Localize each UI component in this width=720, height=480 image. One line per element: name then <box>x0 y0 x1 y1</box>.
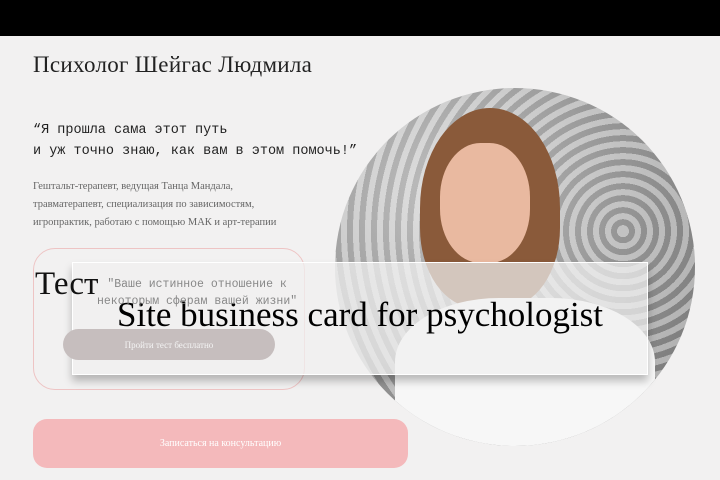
page-title: Психолог Шейгас Людмила <box>33 52 313 77</box>
test-subtitle-line: некоторым сферам вашей жизни" <box>97 295 298 308</box>
take-test-button[interactable]: Пройти тест бесплатно <box>63 329 275 360</box>
photo-face <box>440 143 530 263</box>
description-line: травматерапевт, специализация по зависим… <box>33 199 255 210</box>
test-subtitle: "Ваше истинное отношение к некоторым сфе… <box>97 276 297 310</box>
book-consultation-button[interactable]: Записаться на консультацию <box>33 419 408 468</box>
description: Гештальт-терапевт, ведущая Танца Мандала… <box>33 178 276 232</box>
quote-line: “Я прошла сама этот путь <box>33 123 228 138</box>
top-bar <box>0 0 720 36</box>
hero-quote: “Я прошла сама этот путь и уж точно знаю… <box>33 120 357 162</box>
description-line: Гештальт-терапевт, ведущая Танца Мандала… <box>33 181 234 192</box>
test-subtitle-line: "Ваше истинное отношение к <box>107 278 287 291</box>
quote-line: и уж точно знаю, как вам в этом помочь!” <box>33 144 358 159</box>
description-line: игропрактик, работаю с помощью МАК и арт… <box>33 217 277 228</box>
test-title: Тест <box>35 266 99 302</box>
